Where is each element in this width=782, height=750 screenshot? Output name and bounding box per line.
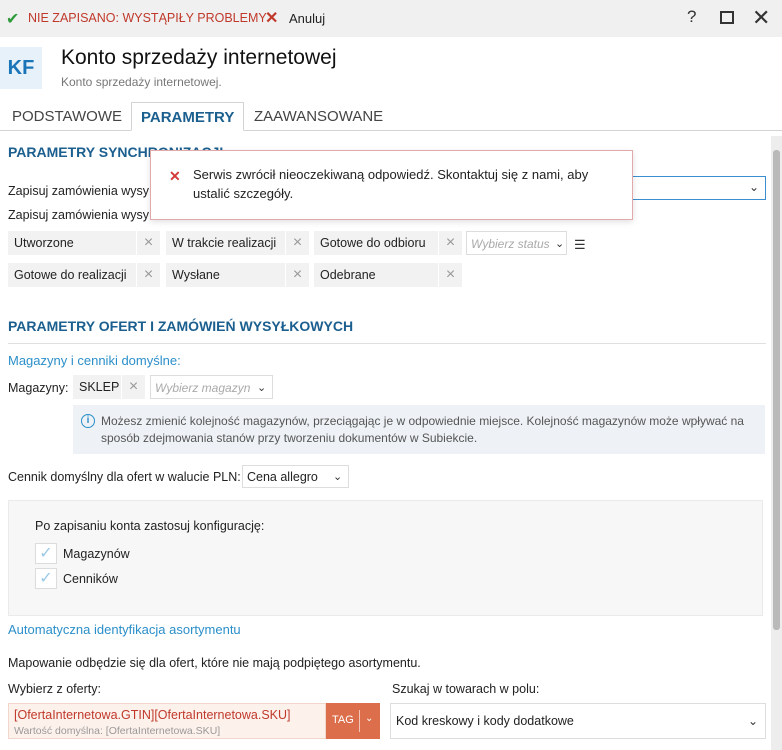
error-popup: ✕ Serwis zwrócił nieoczekiwaną odpowiedź…: [150, 150, 633, 220]
remove-icon[interactable]: ×: [285, 263, 309, 287]
chevron-down-icon: ⌄: [365, 713, 374, 724]
sync-row2-label: Zapisuj zamówienia wysy: [8, 208, 150, 222]
remove-icon[interactable]: ×: [285, 231, 309, 255]
warehouses-label: Magazyny:: [8, 381, 69, 395]
info-box: i Możesz zmienić kolejność magazynów, pr…: [73, 405, 765, 454]
remove-icon[interactable]: ×: [438, 231, 462, 255]
close-icon[interactable]: ✕: [752, 5, 770, 31]
status-chip: Utworzone ×: [8, 231, 160, 255]
warehouses-link[interactable]: Magazyny i cenniki domyślne:: [8, 353, 181, 368]
info-icon: i: [81, 414, 95, 428]
price-list-label: Cennik domyślny dla ofert w walucie PLN:: [8, 470, 241, 484]
remove-icon[interactable]: ×: [121, 375, 145, 399]
status-select[interactable]: Wybierz status ⌄: [466, 231, 567, 255]
section-divider: [8, 343, 766, 344]
status-chip-label: W trakcie realizacji: [172, 236, 277, 250]
section-title-offers: PARAMETRY OFERT I ZAMÓWIEŃ WYSYŁKOWYCH: [8, 318, 354, 334]
offer-field-default: Wartość domyślna: [OfertaInternetowa.SKU…: [14, 725, 221, 737]
search-field-select[interactable]: Kod kreskowy i kody dodatkowe ⌄: [390, 703, 766, 739]
cancel-button[interactable]: Anuluj: [289, 11, 325, 26]
remove-icon[interactable]: ×: [136, 263, 160, 287]
config-label: Po zapisaniu konta zastosuj konfigurację…: [35, 519, 265, 533]
warehouse-chip-label: SKLEP: [79, 380, 120, 394]
page-title: Konto sprzedaży internetowej: [61, 46, 337, 69]
warehouse-select[interactable]: Wybierz magazyn ⌄: [150, 375, 273, 399]
error-message: Serwis zwrócił nieoczekiwaną odpowiedź. …: [193, 167, 589, 201]
tab-podstawowe[interactable]: PODSTAWOWE: [12, 102, 122, 131]
auto-identification-link[interactable]: Automatyczna identyfikacja asortymentu: [8, 622, 241, 637]
info-text: Możesz zmienić kolejność magazynów, prze…: [101, 414, 744, 445]
error-icon: ✕: [169, 168, 181, 184]
tag-button-label: TAG: [332, 714, 354, 726]
config-box: Po zapisaniu konta zastosuj konfigurację…: [8, 500, 763, 616]
maximize-icon[interactable]: [720, 11, 734, 24]
chevron-down-icon: ⌄: [257, 382, 267, 394]
checkbox-warehouses-label[interactable]: Magazynów: [63, 547, 130, 561]
status-chip: Odebrane ×: [314, 263, 462, 287]
mapping-text: Mapowanie odbędzie się dla ofert, które …: [8, 656, 421, 670]
chevron-down-icon: ⌄: [555, 238, 565, 250]
scrollbar-thumb[interactable]: [773, 150, 780, 630]
checkbox-price-lists-label[interactable]: Cenników: [63, 572, 118, 586]
price-list-select[interactable]: Cena allegro ⌄: [242, 465, 349, 488]
avatar: KF: [0, 47, 42, 89]
chevron-down-icon: ⌄: [333, 471, 343, 483]
menu-icon[interactable]: ☰: [574, 237, 586, 253]
cancel-icon[interactable]: ✕: [265, 8, 278, 28]
status-chip-label: Gotowe do odbioru: [320, 236, 426, 250]
choose-from-offer-label: Wybierz z oferty:: [8, 682, 101, 696]
warehouse-select-placeholder: Wybierz magazyn: [155, 381, 251, 395]
status-chip-label: Odebrane: [320, 268, 376, 282]
status-chip: W trakcie realizacji ×: [166, 231, 309, 255]
search-field-value: Kod kreskowy i kody dodatkowe: [396, 714, 574, 728]
title-bar: ✔ NIE ZAPISANO: WYSTĄPIŁY PROBLEMY ✕ Anu…: [0, 0, 782, 37]
status-chip-label: Utworzone: [14, 236, 74, 250]
status-chip: Wysłane ×: [166, 263, 309, 287]
status-chip-label: Wysłane: [172, 268, 220, 282]
status-chip: Gotowe do realizacji ×: [8, 263, 160, 287]
status-chip-label: Gotowe do realizacji: [14, 268, 127, 282]
tab-parametry[interactable]: PARAMETRY: [131, 102, 245, 131]
sync-row1-label: Zapisuj zamówienia wysy: [8, 184, 150, 198]
chevron-down-icon: ⌄: [747, 714, 758, 728]
remove-icon[interactable]: ×: [136, 231, 160, 255]
unsaved-status-label[interactable]: NIE ZAPISANO: WYSTĄPIŁY PROBLEMY: [28, 11, 267, 25]
remove-icon[interactable]: ×: [438, 263, 462, 287]
tab-bar: PODSTAWOWE PARAMETRY ZAAWANSOWANE: [0, 102, 782, 131]
checkbox-price-lists[interactable]: ✓: [35, 568, 57, 589]
warehouse-chip: SKLEP ×: [73, 375, 145, 399]
tab-zaawansowane[interactable]: ZAAWANSOWANE: [254, 102, 383, 131]
offer-field-input[interactable]: [OfertaInternetowa.GTIN][OfertaInterneto…: [8, 703, 326, 739]
offer-field-value: [OfertaInternetowa.GTIN][OfertaInterneto…: [14, 708, 291, 722]
checkbox-warehouses[interactable]: ✓: [35, 543, 57, 564]
tag-button[interactable]: TAG ⌄: [326, 703, 380, 739]
page-subtitle: Konto sprzedaży internetowej.: [61, 75, 222, 89]
status-chip: Gotowe do odbioru ×: [314, 231, 462, 255]
tag-divider: [359, 710, 360, 732]
search-in-field-label: Szukaj w towarach w polu:: [392, 682, 540, 696]
check-icon: ✔: [6, 11, 20, 28]
help-button[interactable]: ?: [687, 7, 696, 27]
status-select-placeholder: Wybierz status: [471, 237, 550, 251]
price-list-value: Cena allegro: [247, 470, 318, 484]
chevron-down-icon: ⌄: [748, 180, 759, 194]
